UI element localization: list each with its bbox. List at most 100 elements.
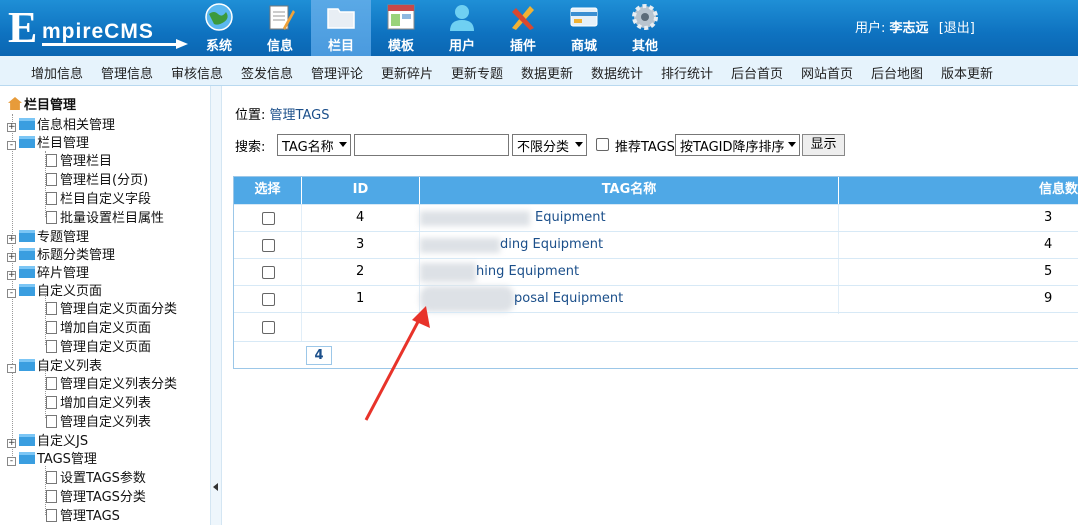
submenu-data-update[interactable]: 数据更新 [521, 63, 573, 82]
nav-plugin[interactable]: 插件 [493, 0, 553, 56]
row-count: 9 [1044, 291, 1053, 306]
collapse-icon[interactable]: - [7, 141, 16, 150]
logout-link[interactable]: [退出] [939, 21, 975, 36]
nav-info[interactable]: 信息 [250, 0, 310, 56]
tree-item-label: 栏目自定义字段 [60, 192, 152, 207]
tree-item-custom-js[interactable]: + 自定义JS [7, 430, 89, 449]
col-header-id[interactable]: ID [302, 177, 420, 204]
search-input[interactable] [354, 134, 509, 156]
sidebar-splitter[interactable] [210, 86, 222, 525]
expand-icon[interactable]: + [7, 123, 16, 132]
show-button[interactable]: 显示 [802, 134, 845, 156]
tree-item-column-custom-fields[interactable]: 栏目自定义字段 [46, 188, 152, 207]
submenu-manage-comments[interactable]: 管理评论 [311, 63, 363, 82]
collapse-icon[interactable]: - [7, 457, 16, 466]
tree-item-label: 管理TAGS [60, 509, 120, 524]
document-icon [46, 377, 57, 390]
tree-item-add-custom-list[interactable]: 增加自定义列表 [46, 392, 151, 411]
submenu-site-home[interactable]: 网站首页 [801, 63, 853, 82]
tree-item-custom-list-category[interactable]: 管理自定义列表分类 [46, 373, 177, 392]
submenu-admin-home[interactable]: 后台首页 [731, 63, 783, 82]
submenu-add-info[interactable]: 增加信息 [31, 63, 83, 82]
tree-item-label: 自定义JS [37, 434, 89, 449]
tree-item-topic-manage[interactable]: + 专题管理 [7, 226, 89, 245]
submenu-manage-info[interactable]: 管理信息 [101, 63, 153, 82]
tree-item-add-custom-page[interactable]: 增加自定义页面 [46, 317, 151, 336]
tree-root[interactable]: 栏目管理 [8, 94, 76, 113]
nav-other[interactable]: 其他 [615, 0, 675, 56]
submenu-version-update[interactable]: 版本更新 [941, 63, 993, 82]
row-checkbox[interactable] [262, 293, 275, 306]
chevron-down-icon [339, 142, 347, 147]
expand-icon[interactable]: + [7, 235, 16, 244]
nav-column[interactable]: 栏目 [311, 0, 371, 56]
sidebar-tree: 栏目管理 + 信息相关管理 - 栏目管理 管理栏目 管理栏目(分页) 栏目自定义字段… [0, 92, 210, 525]
tree-item-label: 管理自定义列表 [60, 415, 152, 430]
row-tag-name[interactable]: hing Equipment [476, 259, 579, 286]
document-icon [46, 154, 57, 167]
nav-shop[interactable]: 商城 [554, 0, 614, 56]
row-tag-name[interactable]: posal Equipment [514, 286, 623, 313]
document-icon [46, 340, 57, 353]
submenu-data-stats[interactable]: 数据统计 [591, 63, 643, 82]
nav-column-label: 栏目 [327, 39, 354, 54]
tree-item-manage-column-paged[interactable]: 管理栏目(分页) [46, 169, 149, 188]
tree-item-manage-tags[interactable]: 管理TAGS [46, 505, 120, 524]
row-checkbox[interactable] [262, 239, 275, 252]
tree-item-batch-column-attrs[interactable]: 批量设置栏目属性 [46, 207, 164, 226]
window-icon [387, 4, 415, 30]
tree-item-info-related[interactable]: + 信息相关管理 [7, 114, 116, 133]
pager-current-page[interactable]: 4 [306, 346, 332, 365]
row-checkbox[interactable] [262, 266, 275, 279]
nav-template[interactable]: 模板 [371, 0, 431, 56]
expand-icon[interactable]: + [7, 253, 16, 262]
search-field-value: TAG名称 [282, 140, 334, 155]
submenu-admin-map[interactable]: 后台地图 [871, 63, 923, 82]
submenu-review-info[interactable]: 审核信息 [171, 63, 223, 82]
category-select[interactable]: 不限分类 [512, 134, 587, 156]
breadcrumb: 位置: 管理TAGS [235, 104, 329, 123]
tree-item-tags-category[interactable]: 管理TAGS分类 [46, 486, 146, 505]
submenu-update-fragments[interactable]: 更新碎片 [381, 63, 433, 82]
tree-item-label: 信息相关管理 [37, 118, 116, 133]
row-checkbox[interactable] [262, 212, 275, 225]
sort-select[interactable]: 按TAGID降序排序 [675, 134, 800, 156]
submenu-sign-info[interactable]: 签发信息 [241, 63, 293, 82]
tree-item-manage-column[interactable]: 管理栏目 [46, 150, 112, 169]
tree-item-label: 管理自定义页面分类 [60, 302, 178, 317]
nav-user[interactable]: 用户 [432, 0, 492, 56]
expand-icon[interactable]: + [7, 439, 16, 448]
nav-other-label: 其他 [631, 39, 658, 54]
tree-item-title-category[interactable]: + 标题分类管理 [7, 244, 115, 263]
logo-text: mpireCMS [42, 20, 154, 43]
submenu-update-topics[interactable]: 更新专题 [451, 63, 503, 82]
tree-item-custom-page-category[interactable]: 管理自定义页面分类 [46, 298, 178, 317]
collapse-icon[interactable]: - [7, 289, 16, 298]
tree-item-custom-page[interactable]: - 自定义页面 [7, 280, 102, 299]
submenu-rank-stats[interactable]: 排行统计 [661, 63, 713, 82]
tree-item-manage-custom-page[interactable]: 管理自定义页面 [46, 336, 151, 355]
table-row: 3 ding Equipment 4 [234, 231, 1078, 258]
breadcrumb-link[interactable]: 管理TAGS [270, 108, 330, 123]
tree-item-column-manage[interactable]: - 栏目管理 [7, 132, 89, 151]
tree-item-tags-settings[interactable]: 设置TAGS参数 [46, 467, 146, 486]
select-all-checkbox[interactable] [262, 321, 275, 334]
collapse-arrow-icon[interactable] [213, 483, 218, 491]
tree-item-manage-custom-list[interactable]: 管理自定义列表 [46, 411, 152, 430]
tree-item-label: 管理栏目(分页) [60, 173, 149, 188]
search-field-select[interactable]: TAG名称 [277, 134, 351, 156]
search-label: 搜索: [235, 140, 266, 155]
nav-system[interactable]: 系统 [189, 0, 249, 56]
tree-item-custom-list[interactable]: - 自定义列表 [7, 355, 102, 374]
tree-item-fragment-manage[interactable]: + 碎片管理 [7, 262, 89, 281]
folder-open-icon [19, 359, 35, 371]
tree-item-tags-manage[interactable]: - TAGS管理 [7, 448, 97, 467]
user-icon [450, 5, 474, 31]
expand-icon[interactable]: + [7, 271, 16, 280]
recommend-label: 推荐TAGS [615, 140, 675, 155]
recommend-checkbox[interactable] [596, 138, 609, 151]
row-tag-name[interactable]: ding Equipment [500, 232, 603, 259]
document-icon [46, 192, 57, 205]
row-tag-name[interactable]: Equipment [535, 205, 606, 232]
collapse-icon[interactable]: - [7, 364, 16, 373]
